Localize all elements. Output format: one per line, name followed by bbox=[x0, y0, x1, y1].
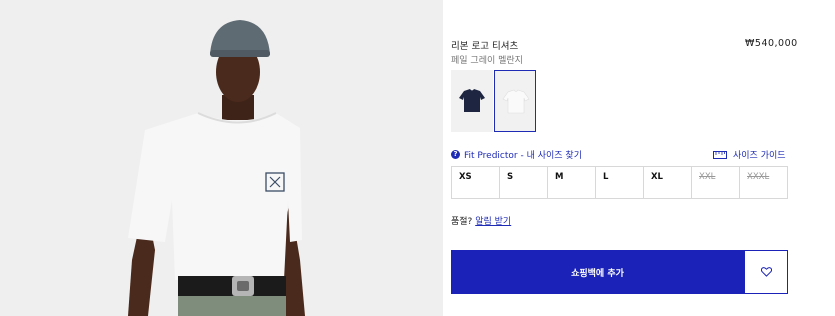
size-guide-link[interactable]: 사이즈 가이드 bbox=[713, 148, 786, 161]
add-to-cart-button[interactable]: 쇼핑백에 추가 bbox=[451, 250, 744, 294]
size-option-l[interactable]: L bbox=[596, 167, 644, 198]
size-option-m[interactable]: M bbox=[548, 167, 596, 198]
question-icon: ? bbox=[451, 150, 460, 159]
product-price: ₩540,000 bbox=[745, 38, 798, 49]
ruler-icon bbox=[713, 150, 727, 159]
fit-predictor-label: Fit Predictor - 내 사이즈 찾기 bbox=[464, 151, 582, 161]
product-details-panel: 리본 로고 티셔츠 ₩540,000 페일 그레이 멜란지 ? Fit Pred… bbox=[443, 0, 835, 316]
fit-predictor-link[interactable]: ? Fit Predictor - 내 사이즈 찾기 bbox=[451, 148, 582, 161]
size-selector: XS S M L XL XXL XXXL bbox=[451, 166, 788, 199]
stock-notice: 품절? 알림 받기 bbox=[451, 214, 511, 227]
stock-prefix: 품절? bbox=[451, 217, 473, 227]
size-option-s[interactable]: S bbox=[500, 167, 548, 198]
size-guide-label: 사이즈 가이드 bbox=[733, 151, 786, 161]
product-title: 리본 로고 티셔츠 bbox=[451, 41, 519, 52]
color-swatch-pale-grey[interactable] bbox=[494, 70, 536, 132]
notify-me-link[interactable]: 알림 받기 bbox=[475, 217, 511, 227]
wishlist-button[interactable] bbox=[744, 250, 788, 294]
product-image bbox=[0, 0, 443, 316]
heart-icon bbox=[760, 267, 772, 277]
size-option-xl[interactable]: XL bbox=[644, 167, 692, 198]
color-swatch-navy[interactable] bbox=[451, 70, 493, 132]
size-option-xs[interactable]: XS bbox=[452, 167, 500, 198]
size-option-xxl[interactable]: XXL bbox=[692, 167, 740, 198]
size-option-xxxl[interactable]: XXXL bbox=[740, 167, 788, 198]
color-name: 페일 그레이 멜란지 bbox=[451, 56, 523, 66]
